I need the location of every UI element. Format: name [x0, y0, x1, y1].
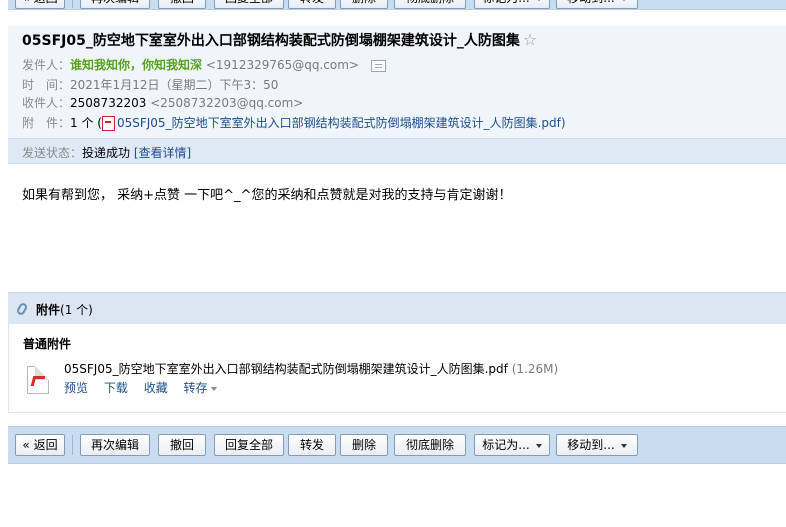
attachments-count: (1 个) [60, 303, 93, 317]
sender-row: 发件人：谁知我知你，你知我知深 <1912329765@qq.com> [22, 56, 386, 73]
sender-email: <1912329765@qq.com> [205, 58, 359, 72]
delete-button[interactable]: 删除 [340, 434, 388, 456]
attachment-close-paren: ) [560, 116, 566, 130]
bottom-toolbar: « 返回 再次编辑 撤回 回复全部 转发 删除 彻底删除 标记为... 移动到.… [8, 426, 786, 464]
delivery-status-bar: 发送状态：投递成功 [查看详情] [8, 138, 786, 164]
chevron-down-icon [535, 0, 542, 1]
reply-all-button[interactable]: 回复全部 [214, 434, 284, 456]
recipient-email: <2508732203@qq.com> [150, 96, 304, 110]
forward-button[interactable]: 转发 [288, 434, 336, 456]
move-to-label: 移动到... [567, 0, 614, 5]
pdf-file-icon [27, 366, 49, 394]
time-value: 2021年1月12日（星期二）下午3：50 [70, 78, 279, 92]
time-label: 时 间： [22, 78, 71, 92]
move-to-label: 移动到... [567, 438, 615, 452]
attachment-file-size: (1.26M) [511, 362, 559, 376]
star-icon[interactable]: ☆ [523, 30, 537, 49]
download-link[interactable]: 下载 [104, 381, 128, 395]
time-row: 时 间：2021年1月12日（星期二）下午3：50 [22, 76, 278, 93]
attachment-file: 05SFJ05_防空地下室室外出入口部钢结构装配式防倒塌棚架建筑设计_人防图集.… [64, 360, 558, 377]
move-to-dropdown[interactable]: 移动到... [556, 0, 638, 9]
attachment-link[interactable]: 05SFJ05_防空地下室室外出入口部钢结构装配式防倒塌棚架建筑设计_人防图集.… [117, 116, 561, 130]
back-button[interactable]: « 返回 [15, 0, 65, 9]
chevron-down-icon [210, 386, 217, 391]
save-to-dropdown[interactable]: 转存 [184, 381, 229, 395]
mark-as-label: 标记为... [482, 0, 529, 5]
toolbar-divider [72, 0, 73, 8]
sender-name[interactable]: 谁知我知你，你知我知深 [70, 58, 202, 72]
delivery-status-row: 发送状态：投递成功 [查看详情] [22, 144, 191, 161]
attachment-row: 附 件：1 个 ( 05SFJ05_防空地下室室外出入口部钢结构装配式防倒塌棚架建… [22, 114, 566, 131]
move-to-dropdown[interactable]: 移动到... [556, 434, 638, 456]
back-button[interactable]: « 返回 [15, 434, 65, 456]
attachments-header: 附件(1 个) [8, 292, 786, 324]
chevron-down-icon [620, 0, 627, 1]
delete-forever-button[interactable]: 彻底删除 [394, 0, 466, 9]
recipient-name[interactable]: 2508732203 [70, 96, 146, 110]
status-detail-link[interactable]: [查看详情] [134, 146, 191, 160]
recall-button[interactable]: 撤回 [158, 0, 206, 9]
mark-as-dropdown[interactable]: 标记为... [474, 0, 550, 9]
pdf-icon [101, 116, 115, 131]
top-toolbar: « 返回 再次编辑 撤回 回复全部 转发 删除 彻底删除 标记为... 移动到.… [8, 0, 786, 10]
attachment-file-name[interactable]: 05SFJ05_防空地下室室外出入口部钢结构装配式防倒塌棚架建筑设计_人防图集.… [64, 362, 508, 376]
delete-button[interactable]: 删除 [340, 0, 388, 9]
sender-label: 发件人： [22, 58, 71, 72]
attachment-actions: 预览 下载 收藏 转存 [64, 379, 241, 396]
mark-as-label: 标记为... [482, 438, 530, 452]
mail-header: 05SFJ05_防空地下室室外出入口部钢结构装配式防倒塌棚架建筑设计_人防图集 ☆… [8, 26, 786, 138]
status-value: 投递成功 [82, 146, 131, 160]
delete-forever-button[interactable]: 彻底删除 [394, 434, 466, 456]
mail-body: 如果有帮到您， 采纳+点赞 一下吧^_^您的采纳和点赞就是对我的支持与肯定谢谢！ [22, 188, 512, 203]
recall-button[interactable]: 撤回 [158, 434, 206, 456]
mail-subject: 05SFJ05_防空地下室室外出入口部钢结构装配式防倒塌棚架建筑设计_人防图集 ☆ [22, 30, 537, 50]
contact-card-icon[interactable] [370, 59, 386, 72]
subject-text: 05SFJ05_防空地下室室外出入口部钢结构装配式防倒塌棚架建筑设计_人防图集 [22, 33, 520, 49]
status-label: 发送状态： [22, 146, 83, 160]
save-to-label: 转存 [183, 381, 208, 395]
reedit-button[interactable]: 再次编辑 [80, 434, 150, 456]
preview-link[interactable]: 预览 [64, 381, 88, 395]
forward-button[interactable]: 转发 [288, 0, 336, 9]
mark-as-dropdown[interactable]: 标记为... [474, 434, 550, 456]
attachments-title: 附件(1 个) [36, 301, 93, 318]
chevron-down-icon [620, 443, 627, 448]
attachments-panel: 普通附件 05SFJ05_防空地下室室外出入口部钢结构装配式防倒塌棚架建筑设计_… [8, 324, 786, 413]
recipient-label: 收件人： [22, 96, 71, 110]
paperclip-icon [15, 301, 29, 317]
toolbar-divider [72, 435, 73, 455]
reply-all-button[interactable]: 回复全部 [214, 0, 284, 9]
attachment-count: 1 个 ( [70, 116, 102, 130]
attachments-title-text: 附件 [36, 303, 61, 317]
collect-link[interactable]: 收藏 [144, 381, 168, 395]
chevron-down-icon [535, 443, 542, 448]
reedit-button[interactable]: 再次编辑 [80, 0, 150, 9]
attachment-label: 附 件： [22, 116, 71, 130]
normal-attachments-heading: 普通附件 [23, 337, 72, 351]
recipient-row: 收件人：2508732203 <2508732203@qq.com> [22, 94, 303, 111]
